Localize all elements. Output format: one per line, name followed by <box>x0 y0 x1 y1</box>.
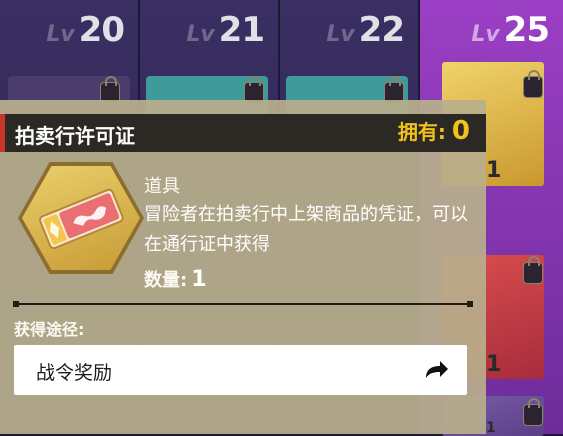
quantity-label: 数量: <box>144 270 188 291</box>
item-description: 冒险者在拍卖行中上架商品的凭证，可以在通行证中获得 <box>144 204 468 255</box>
go-arrow-icon <box>426 361 448 378</box>
obtain-source-button[interactable]: 战令奖励 <box>14 345 467 395</box>
tier-level: 21 <box>218 10 265 50</box>
tier-22[interactable]: Lv 22 <box>280 0 418 116</box>
owned-label: 拥有: <box>397 120 446 144</box>
item-tooltip-card: 拍卖行许可证 拥有: 0 道具 冒险者在拍卖行中上架商品的凭证，可以在通行证中获… <box>0 100 486 434</box>
tier-lv-prefix: Lv <box>471 22 500 47</box>
item-name: 拍卖行许可证 <box>15 124 135 148</box>
tier-20[interactable]: Lv 20 <box>0 0 138 116</box>
tier-21[interactable]: Lv 21 <box>140 0 278 116</box>
auction-ticket-icon <box>39 188 124 250</box>
tier-level: 20 <box>78 10 125 50</box>
lock-icon <box>523 398 543 426</box>
tier-lv-prefix: Lv <box>186 22 215 47</box>
reward-count: 1 <box>486 352 502 377</box>
item-header: 拍卖行许可证 拥有: 0 <box>0 114 486 152</box>
tier-level: 22 <box>358 10 405 50</box>
obtain-methods-label: 获得途径: <box>14 320 85 339</box>
lock-icon <box>523 70 543 98</box>
tier-level: 25 <box>503 10 550 50</box>
tier-header: Lv 22 <box>326 10 405 60</box>
obtain-source-label: 战令奖励 <box>36 362 113 384</box>
lock-icon <box>523 256 543 284</box>
quantity-value: 1 <box>191 267 207 292</box>
reward-count: 1 <box>486 158 502 183</box>
item-icon-frame <box>18 162 144 274</box>
tier-header: Lv 21 <box>186 10 265 60</box>
divider <box>13 301 473 307</box>
owned-count: 拥有: 0 <box>398 116 470 146</box>
item-quantity: 数量: 1 <box>144 266 207 292</box>
tier-lv-prefix: Lv <box>326 22 355 47</box>
owned-value: 0 <box>451 116 470 146</box>
tier-header: Lv 25 <box>471 10 550 60</box>
tier-lv-prefix: Lv <box>46 22 75 47</box>
item-type: 道具 <box>144 176 180 197</box>
tier-header: Lv 20 <box>46 10 125 60</box>
item-icon-bg <box>22 166 140 270</box>
